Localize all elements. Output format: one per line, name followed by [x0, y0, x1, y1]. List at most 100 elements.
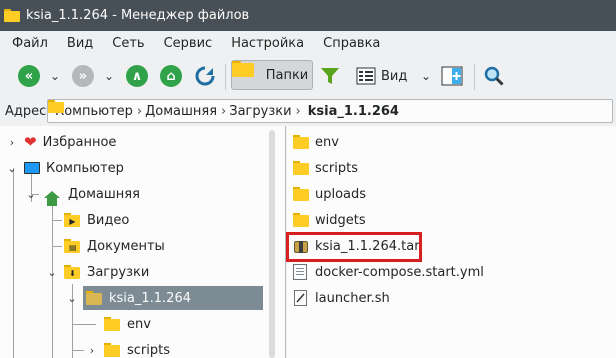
back-history-dropdown[interactable]: ⌄ [49, 64, 61, 88]
folder-icon [293, 213, 309, 227]
computer-icon [24, 162, 40, 174]
tree-item-documents[interactable]: ▤ Документы [64, 234, 165, 258]
tree-item-video[interactable]: ▶ Видео [64, 208, 129, 232]
split-view-button[interactable] [441, 64, 463, 88]
tree-scrollbar[interactable] [269, 130, 275, 358]
tree-item-favorites[interactable]: ❤ Избранное [24, 130, 116, 154]
breadcrumb-current[interactable]: ksia_1.1.264 [308, 104, 399, 119]
forward-icon: » [72, 65, 94, 87]
search-button[interactable] [483, 64, 505, 88]
home-button[interactable]: ⌂ [160, 64, 182, 88]
home-icon: ⌂ [160, 65, 182, 87]
list-item[interactable]: scripts [293, 156, 358, 180]
list-item[interactable]: widgets [293, 208, 366, 232]
split-view-icon [441, 66, 463, 86]
breadcrumb-computer[interactable]: Компьютер [55, 104, 133, 119]
tree-item-ksia[interactable]: ksia_1.1.264 [86, 286, 191, 310]
toolbar: « ⌄ » ⌄ ∧ ⌂ Папки Вид ⌄ [0, 56, 616, 96]
window-title: ksia_1.1.264 - Менеджер файлов [26, 8, 250, 23]
tree-item-downloads[interactable]: ⬇ Загрузки [64, 260, 149, 284]
back-button[interactable]: « [18, 64, 40, 88]
tree-item-scripts[interactable]: scripts [104, 338, 170, 358]
view-list-icon [356, 67, 376, 85]
expand-open-icon[interactable]: ⌄ [67, 292, 77, 305]
breadcrumb-downloads[interactable]: Загрузки [229, 104, 291, 119]
breadcrumb-separator: › [295, 103, 301, 119]
menu-view[interactable]: Вид [67, 36, 93, 51]
breadcrumb-separator: › [136, 103, 143, 119]
script-file-icon [294, 290, 307, 306]
expand-open-icon[interactable]: ⌄ [7, 162, 17, 175]
view-mode-button[interactable]: Вид [356, 64, 407, 88]
menu-network[interactable]: Сеть [112, 36, 144, 51]
file-name: launcher.sh [315, 290, 390, 306]
breadcrumb-home[interactable]: Домашняя [145, 104, 217, 119]
chevron-down-icon: ⌄ [420, 69, 432, 83]
folder-icon [104, 343, 120, 357]
tree-item-computer[interactable]: Компьютер [24, 156, 124, 180]
search-icon [484, 66, 504, 86]
list-item[interactable]: uploads [293, 182, 366, 206]
up-button[interactable]: ∧ [126, 64, 148, 88]
tree-item-home[interactable]: Домашняя [44, 182, 140, 206]
expand-collapsed-icon[interactable]: › [87, 344, 97, 357]
chevron-down-icon: ⌄ [103, 69, 115, 83]
menu-settings[interactable]: Настройка [231, 36, 304, 51]
address-label: Адрес: [5, 103, 51, 119]
forward-button[interactable]: » [72, 64, 94, 88]
file-name: uploads [315, 186, 367, 202]
list-item[interactable]: docker-compose.start.yml [293, 260, 484, 284]
filter-icon [321, 68, 339, 84]
tree-item-label: Загрузки [87, 264, 150, 280]
tree-item-label: Компьютер [46, 160, 124, 176]
breadcrumb-separator: › [221, 103, 227, 119]
highlight-box [286, 232, 422, 262]
forward-history-dropdown[interactable]: ⌄ [103, 64, 115, 88]
folder-icon [86, 291, 102, 305]
view-mode-dropdown[interactable]: ⌄ [420, 64, 432, 88]
list-item[interactable]: launcher.sh [293, 286, 390, 310]
menu-file[interactable]: Файл [12, 36, 48, 51]
folders-toggle-button[interactable]: Папки [231, 60, 313, 90]
tree-item-label: Домашняя [68, 186, 140, 202]
breadcrumb[interactable]: Компьютер › Домашняя › Загрузки › ksia_1… [47, 99, 613, 123]
refresh-button[interactable] [193, 64, 217, 88]
tree-item-env[interactable]: env [104, 312, 151, 336]
file-name: docker-compose.start.yml [315, 264, 484, 280]
folder-icon [293, 161, 309, 175]
address-bar: Адрес: Компьютер › Домашняя › Загрузки ›… [0, 98, 616, 124]
file-name: widgets [315, 212, 366, 228]
menu-help[interactable]: Справка [323, 36, 380, 51]
chevron-down-icon: ⌄ [49, 69, 61, 83]
list-item[interactable]: env [293, 130, 339, 154]
back-icon: « [18, 65, 40, 87]
expand-open-icon[interactable]: ⌄ [47, 266, 57, 279]
video-folder-icon: ▶ [64, 213, 80, 227]
filter-button[interactable] [319, 64, 341, 88]
refresh-icon [195, 66, 215, 86]
expand-open-icon[interactable]: ⌄ [26, 188, 36, 201]
folder-tree-pane: › ❤ Избранное ⌄ Компьютер ⌄ Домашняя ▶ В… [0, 126, 286, 358]
folders-label: Папки [265, 67, 309, 83]
downloads-folder-icon: ⬇ [64, 265, 80, 279]
folder-icon [104, 317, 120, 331]
menubar: Файл Вид Сеть Сервис Настройка Справка [0, 31, 616, 56]
tree-item-label: ksia_1.1.264 [109, 290, 191, 306]
tree-item-label: Видео [87, 212, 130, 228]
tree-item-label: scripts [127, 342, 170, 358]
folder-icon [232, 61, 258, 83]
up-arrow-icon: ∧ [126, 65, 148, 87]
menu-tools[interactable]: Сервис [164, 36, 213, 51]
expand-collapsed-icon[interactable]: › [7, 136, 17, 149]
file-name: scripts [315, 160, 358, 176]
text-file-icon [293, 264, 307, 280]
tree-item-label: env [127, 316, 151, 332]
documents-folder-icon: ▤ [64, 239, 80, 253]
home-icon [44, 190, 60, 206]
folder-icon [293, 135, 309, 149]
tree-item-label: Документы [87, 238, 165, 254]
folder-icon [293, 187, 309, 201]
file-name: env [315, 134, 339, 150]
view-label: Вид [381, 68, 408, 84]
tree-item-label: Избранное [42, 134, 117, 150]
